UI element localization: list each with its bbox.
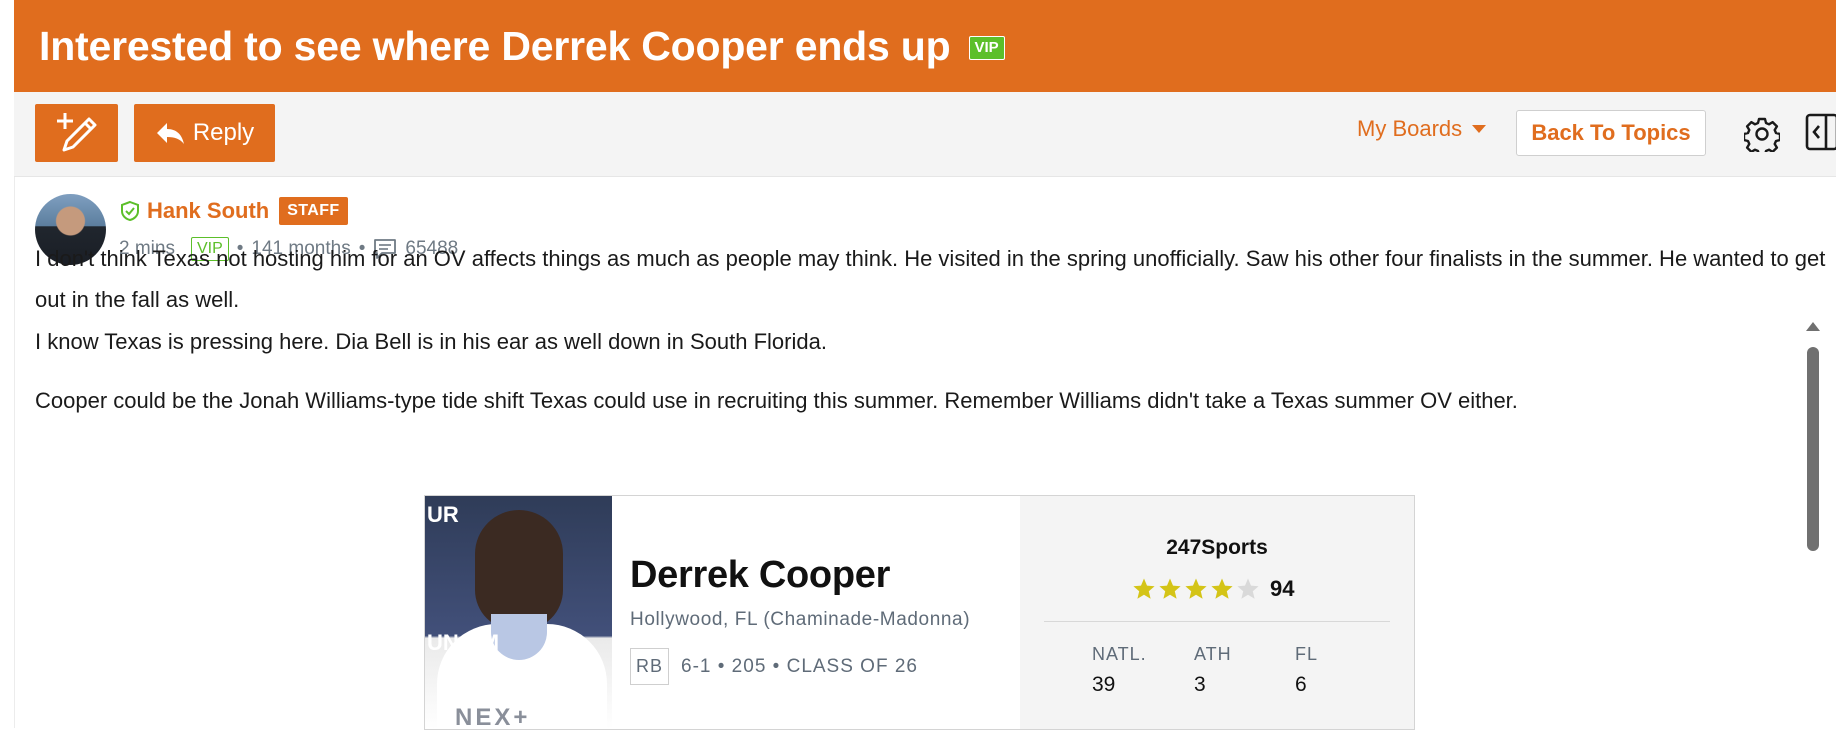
rank-label: ATH <box>1194 644 1232 664</box>
post-paragraph: I know Texas is pressing here. Dia Bell … <box>35 329 827 354</box>
post-paragraph: Cooper could be the Jonah Williams-type … <box>35 388 1518 413</box>
forum-post: Hank South STAFF 2 mins VIP • 141 months… <box>14 177 1836 730</box>
author-line: Hank South STAFF <box>119 197 348 225</box>
star-icon <box>1159 578 1181 599</box>
photo-brand-text: UN RM <box>427 630 500 655</box>
star-icon <box>1237 578 1259 599</box>
topic-header: Interested to see where Derrek Cooper en… <box>14 0 1836 92</box>
rank-value: 3 <box>1194 673 1206 696</box>
new-topic-button[interactable] <box>35 104 118 162</box>
rank-natl: NATL. 39 <box>1092 644 1147 697</box>
topic-toolbar: Reply My Boards Back To Topics <box>14 92 1836 177</box>
rank-value: 39 <box>1092 673 1116 696</box>
staff-badge: STAFF <box>279 197 348 225</box>
topic-title: Interested to see where Derrek Cooper en… <box>39 22 951 69</box>
scrollbar-thumb[interactable] <box>1807 347 1819 551</box>
reply-arrow-icon <box>156 123 184 144</box>
rank-state: FL 6 <box>1295 644 1318 697</box>
reply-label: Reply <box>192 119 255 146</box>
rank-label: NATL. <box>1092 644 1147 664</box>
star-icon <box>1211 578 1233 599</box>
collapse-panel-icon[interactable] <box>1804 112 1836 152</box>
back-to-topics-button[interactable]: Back To Topics <box>1516 110 1706 156</box>
recruit-photo: UR UN RM NEX+ <box>425 496 612 729</box>
star-rating: 94 <box>1132 576 1294 602</box>
photo-head <box>475 510 563 630</box>
rating-score: 94 <box>1270 576 1295 601</box>
recruit-card[interactable]: UR UN RM NEX+ Derrek Cooper Hollywood, F… <box>424 495 1415 730</box>
my-boards-dropdown[interactable]: My Boards <box>1357 116 1487 142</box>
new-topic-pencil-icon <box>56 113 96 152</box>
rank-label: FL <box>1295 644 1319 664</box>
scroll-up-arrow[interactable] <box>1806 322 1820 331</box>
post-paragraph: I don't think Texas not hosting him for … <box>35 246 1826 312</box>
vip-badge: VIP <box>968 36 1005 60</box>
star-icon <box>1133 578 1155 599</box>
position-badge: RB <box>630 648 670 685</box>
reply-button[interactable]: Reply <box>134 104 275 162</box>
star-icon <box>1185 578 1207 599</box>
photo-brand-text: NEX+ <box>455 704 531 729</box>
rating-service: 247Sports <box>1166 536 1268 559</box>
rank-position: ATH 3 <box>1194 644 1232 697</box>
gear-icon[interactable] <box>1744 116 1780 152</box>
caret-down-icon <box>1472 125 1487 133</box>
recruit-school: Hollywood, FL (Chaminade-Madonna) <box>630 609 971 630</box>
photo-brand-text: UR <box>427 502 459 527</box>
rating-panel: 247Sports 94 NATL. 39 ATH 3 FL 6 <box>1020 496 1414 729</box>
recruit-name[interactable]: Derrek Cooper <box>630 554 890 597</box>
recruit-measurables: 6-1 • 205 • CLASS OF 26 <box>681 655 918 677</box>
rank-value: 6 <box>1295 673 1307 696</box>
my-boards-label: My Boards <box>1357 116 1463 141</box>
verified-shield-icon <box>121 200 139 222</box>
rating-divider <box>1044 621 1390 622</box>
recruit-details: RB 6-1 • 205 • CLASS OF 26 <box>630 648 918 685</box>
author-name[interactable]: Hank South <box>147 198 269 224</box>
